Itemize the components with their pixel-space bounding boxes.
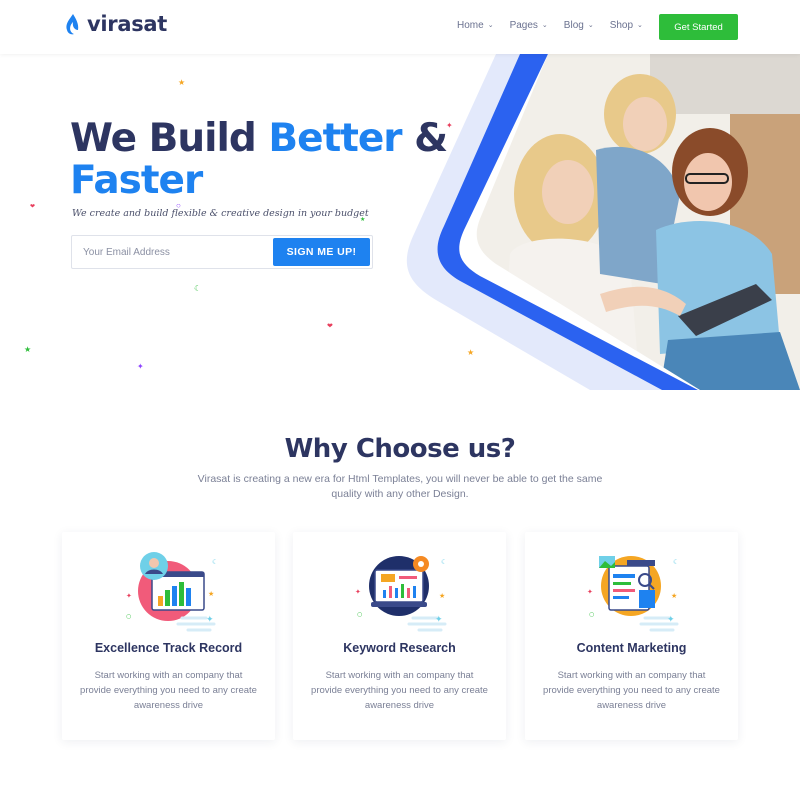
- svg-text:✦: ✦: [667, 615, 675, 625]
- svg-text:★: ★: [439, 592, 445, 600]
- svg-text:★: ★: [671, 592, 677, 600]
- nav-item-home[interactable]: Home ⌄: [457, 20, 494, 31]
- section-title: Why Choose us?: [284, 434, 516, 464]
- star-icon: ★: [178, 78, 186, 87]
- sparkle-icon: ✦: [137, 362, 144, 371]
- hero-team-image: [406, 54, 800, 390]
- keyword-research-icon: ✦ ☾ ✦ ○ ★: [355, 556, 447, 632]
- svg-text:✦: ✦: [126, 592, 132, 600]
- nav-label: Shop: [609, 20, 634, 31]
- main-nav: Home ⌄ Pages ⌄ Blog ⌄ Shop ⌄: [457, 20, 643, 31]
- feature-card: ✦ ☾ ✦ ○ ★ Keyword Research Start working…: [293, 532, 506, 740]
- chevron-down-icon: ⌄: [587, 21, 594, 29]
- svg-text:☾: ☾: [441, 558, 447, 566]
- svg-text:✦: ✦: [587, 588, 593, 596]
- nav-item-blog[interactable]: Blog ⌄: [564, 20, 594, 31]
- nav-label: Home: [457, 20, 484, 31]
- logo-text: virasat: [87, 12, 168, 36]
- site-header: virasat Home ⌄ Pages ⌄ Blog ⌄ Shop ⌄ Get…: [0, 0, 800, 54]
- feature-card: ✦ ☾ ✦ ○ ★ Excellence Track Record Start …: [62, 532, 275, 740]
- headline-text: We Build: [70, 116, 269, 161]
- email-input[interactable]: [72, 236, 272, 268]
- feature-card: ✦ ☾ ✦ ○ ★ Content Marketing Start workin…: [525, 532, 738, 740]
- features-list: ✦ ☾ ✦ ○ ★ Excellence Track Record Start …: [62, 532, 738, 740]
- nav-item-shop[interactable]: Shop ⌄: [610, 20, 643, 31]
- card-title: Keyword Research: [343, 641, 456, 655]
- svg-text:☾: ☾: [212, 558, 218, 566]
- card-title: Excellence Track Record: [94, 641, 243, 655]
- track-record-icon: ✦ ☾ ✦ ○ ★: [126, 552, 218, 632]
- moon-icon: ☾: [194, 284, 202, 293]
- svg-text:✦: ✦: [206, 615, 214, 625]
- content-marketing-icon: ✦ ☾ ✦ ○ ★: [587, 556, 679, 632]
- signup-button[interactable]: SIGN ME UP!: [273, 238, 370, 266]
- chevron-down-icon: ⌄: [541, 21, 548, 29]
- headline-highlight: Better: [268, 116, 402, 161]
- get-started-button[interactable]: Get Started: [659, 14, 738, 40]
- card-text: Start working with an company that provi…: [543, 670, 720, 711]
- svg-text:○: ○: [589, 611, 594, 618]
- svg-text:○: ○: [357, 611, 362, 618]
- heart-icon: ❤: [30, 204, 36, 210]
- section-subtitle: Virasat is creating a new era for Html T…: [197, 473, 603, 500]
- chevron-down-icon: ⌄: [487, 21, 494, 29]
- card-text: Start working with an company that provi…: [311, 670, 488, 711]
- nav-item-pages[interactable]: Pages ⌄: [510, 20, 548, 31]
- svg-text:○: ○: [126, 613, 131, 620]
- card-text: Start working with an company that provi…: [80, 670, 257, 711]
- nav-label: Blog: [563, 20, 584, 31]
- svg-text:☾: ☾: [673, 558, 679, 566]
- svg-text:✦: ✦: [355, 588, 361, 596]
- svg-text:✦: ✦: [435, 615, 443, 625]
- chevron-down-icon: ⌄: [637, 21, 643, 29]
- card-title: Content Marketing: [576, 641, 687, 655]
- headline-highlight: Faster: [70, 158, 203, 203]
- flame-logo-icon: [66, 14, 79, 35]
- newsletter-form: SIGN ME UP!: [71, 235, 373, 269]
- nav-label: Pages: [509, 20, 538, 31]
- star-icon: ★: [24, 345, 32, 354]
- hero-headline: We Build Better & Faster: [70, 116, 448, 203]
- heart-icon: ❤: [327, 323, 333, 330]
- logo[interactable]: virasat: [63, 12, 167, 36]
- hero-tagline: We create and build flexible & creative …: [72, 208, 369, 219]
- svg-text:★: ★: [208, 590, 214, 598]
